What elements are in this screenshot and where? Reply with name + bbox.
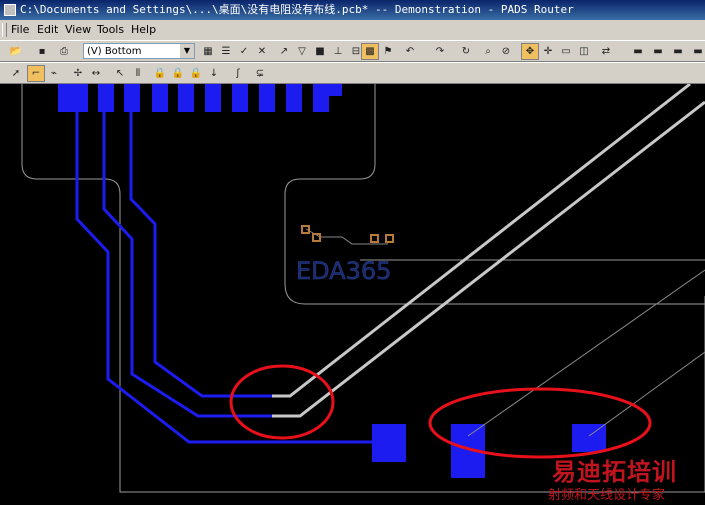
- connector-pad: [259, 84, 275, 112]
- stretch-icon[interactable]: ↔: [88, 66, 104, 81]
- pcb-canvas[interactable]: EDA365: [0, 84, 705, 505]
- interactive-route-icon[interactable]: ⌁: [46, 66, 62, 81]
- connector-pad: [178, 84, 194, 112]
- window-title: C:\Documents and Settings\...\桌面\没有电阻没有布…: [20, 3, 574, 16]
- watermark-tagline: 射频和天线设计专家: [548, 488, 666, 503]
- connector-pad: [58, 84, 88, 112]
- grid-icon[interactable]: ▩: [361, 43, 379, 60]
- menu-tools[interactable]: Tools: [97, 23, 124, 36]
- bar-icon-4[interactable]: ▬: [690, 44, 705, 59]
- print-icon[interactable]: ⎙: [56, 44, 72, 59]
- layer-select[interactable]: (V) Bottom ▼: [83, 43, 195, 59]
- bar-icon-2[interactable]: ▬: [650, 44, 666, 59]
- title-bar: C:\Documents and Settings\...\桌面\没有电阻没有布…: [0, 0, 705, 20]
- lock-b-icon[interactable]: 🔒: [170, 66, 186, 81]
- connector-pad: [232, 84, 248, 112]
- refresh-icon[interactable]: ↻: [458, 44, 474, 59]
- lock-c-icon[interactable]: 🔒: [188, 66, 204, 81]
- select-arrow-icon[interactable]: ➚: [8, 66, 24, 81]
- silk-text: EDA365: [296, 257, 391, 285]
- connector-pad: [124, 84, 140, 112]
- redo-icon[interactable]: ↷: [432, 44, 448, 59]
- save-icon[interactable]: ▪: [34, 44, 50, 59]
- diffpair-icon[interactable]: ⊊: [252, 66, 268, 81]
- connector-pad: [205, 84, 221, 112]
- tooltip-icon[interactable]: ◫: [576, 44, 592, 59]
- chevron-down-icon[interactable]: ▼: [180, 44, 194, 58]
- main-toolbar: 📂 ▪ ⎙ (V) Bottom ▼ ▦ ☰ ✓ ✕ ↗ ▽ ■ ⊥ ⊟ ▩ ⚑…: [0, 40, 705, 62]
- connector-pad: [286, 84, 302, 112]
- view-select-icon[interactable]: ✛: [540, 44, 556, 59]
- settings-icon[interactable]: ⇄: [598, 44, 614, 59]
- undo-icon[interactable]: ↶: [402, 44, 418, 59]
- tune-icon[interactable]: ʃ: [230, 66, 246, 81]
- connector-pad: [98, 84, 114, 112]
- pin-icon[interactable]: ⊥: [330, 44, 346, 59]
- connector-pad: [152, 84, 168, 112]
- menu-help[interactable]: Help: [131, 23, 156, 36]
- menu-edit[interactable]: Edit: [37, 23, 58, 36]
- route-icon[interactable]: ✓: [236, 44, 252, 59]
- erase-icon[interactable]: ✕: [254, 44, 270, 59]
- down-icon[interactable]: ↓: [206, 66, 222, 81]
- view-pan-icon[interactable]: ✥: [521, 43, 539, 60]
- layer-select-value: (V) Bottom: [87, 46, 142, 57]
- menu-grip: [2, 23, 7, 37]
- menu-view[interactable]: View: [65, 23, 91, 36]
- app-icon: [4, 4, 16, 16]
- filter-icon[interactable]: ▽: [294, 44, 310, 59]
- move-icon[interactable]: ✢: [70, 66, 86, 81]
- route-mode-icon[interactable]: ⌐: [27, 65, 45, 82]
- view-area-icon[interactable]: ▭: [558, 44, 574, 59]
- menu-bar: File Edit View Tools Help: [0, 20, 705, 40]
- connector-pad: [322, 84, 342, 96]
- bar-icon-3[interactable]: ▬: [670, 44, 686, 59]
- lock-a-icon[interactable]: 🔒: [152, 66, 168, 81]
- report-icon[interactable]: ☰: [218, 44, 234, 59]
- open-icon[interactable]: 📂: [8, 44, 24, 59]
- smd-pad-left: [372, 424, 406, 462]
- smd-pad-right: [572, 424, 606, 452]
- select-net-icon[interactable]: ↗: [276, 44, 292, 59]
- corner-icon[interactable]: ↖: [112, 66, 128, 81]
- zoom-icon[interactable]: ⌕: [480, 44, 496, 59]
- layer-display-icon[interactable]: ▦: [200, 44, 216, 59]
- bar-icon-1[interactable]: ▬: [630, 44, 646, 59]
- edit-toolbar: ➚ ⌐ ⌁ ✢ ↔ ↖ ⫴ 🔒 🔒 🔒 ↓ ʃ ⊊: [0, 62, 705, 84]
- watermark-logo: 易迪拓培训: [552, 458, 677, 486]
- spacing-icon[interactable]: ⫴: [130, 66, 146, 81]
- menu-file[interactable]: File: [11, 23, 29, 36]
- stop-icon[interactable]: ■: [312, 44, 328, 59]
- highlight-icon[interactable]: ⚑: [380, 44, 396, 59]
- zoom-board-icon[interactable]: ⊘: [498, 44, 514, 59]
